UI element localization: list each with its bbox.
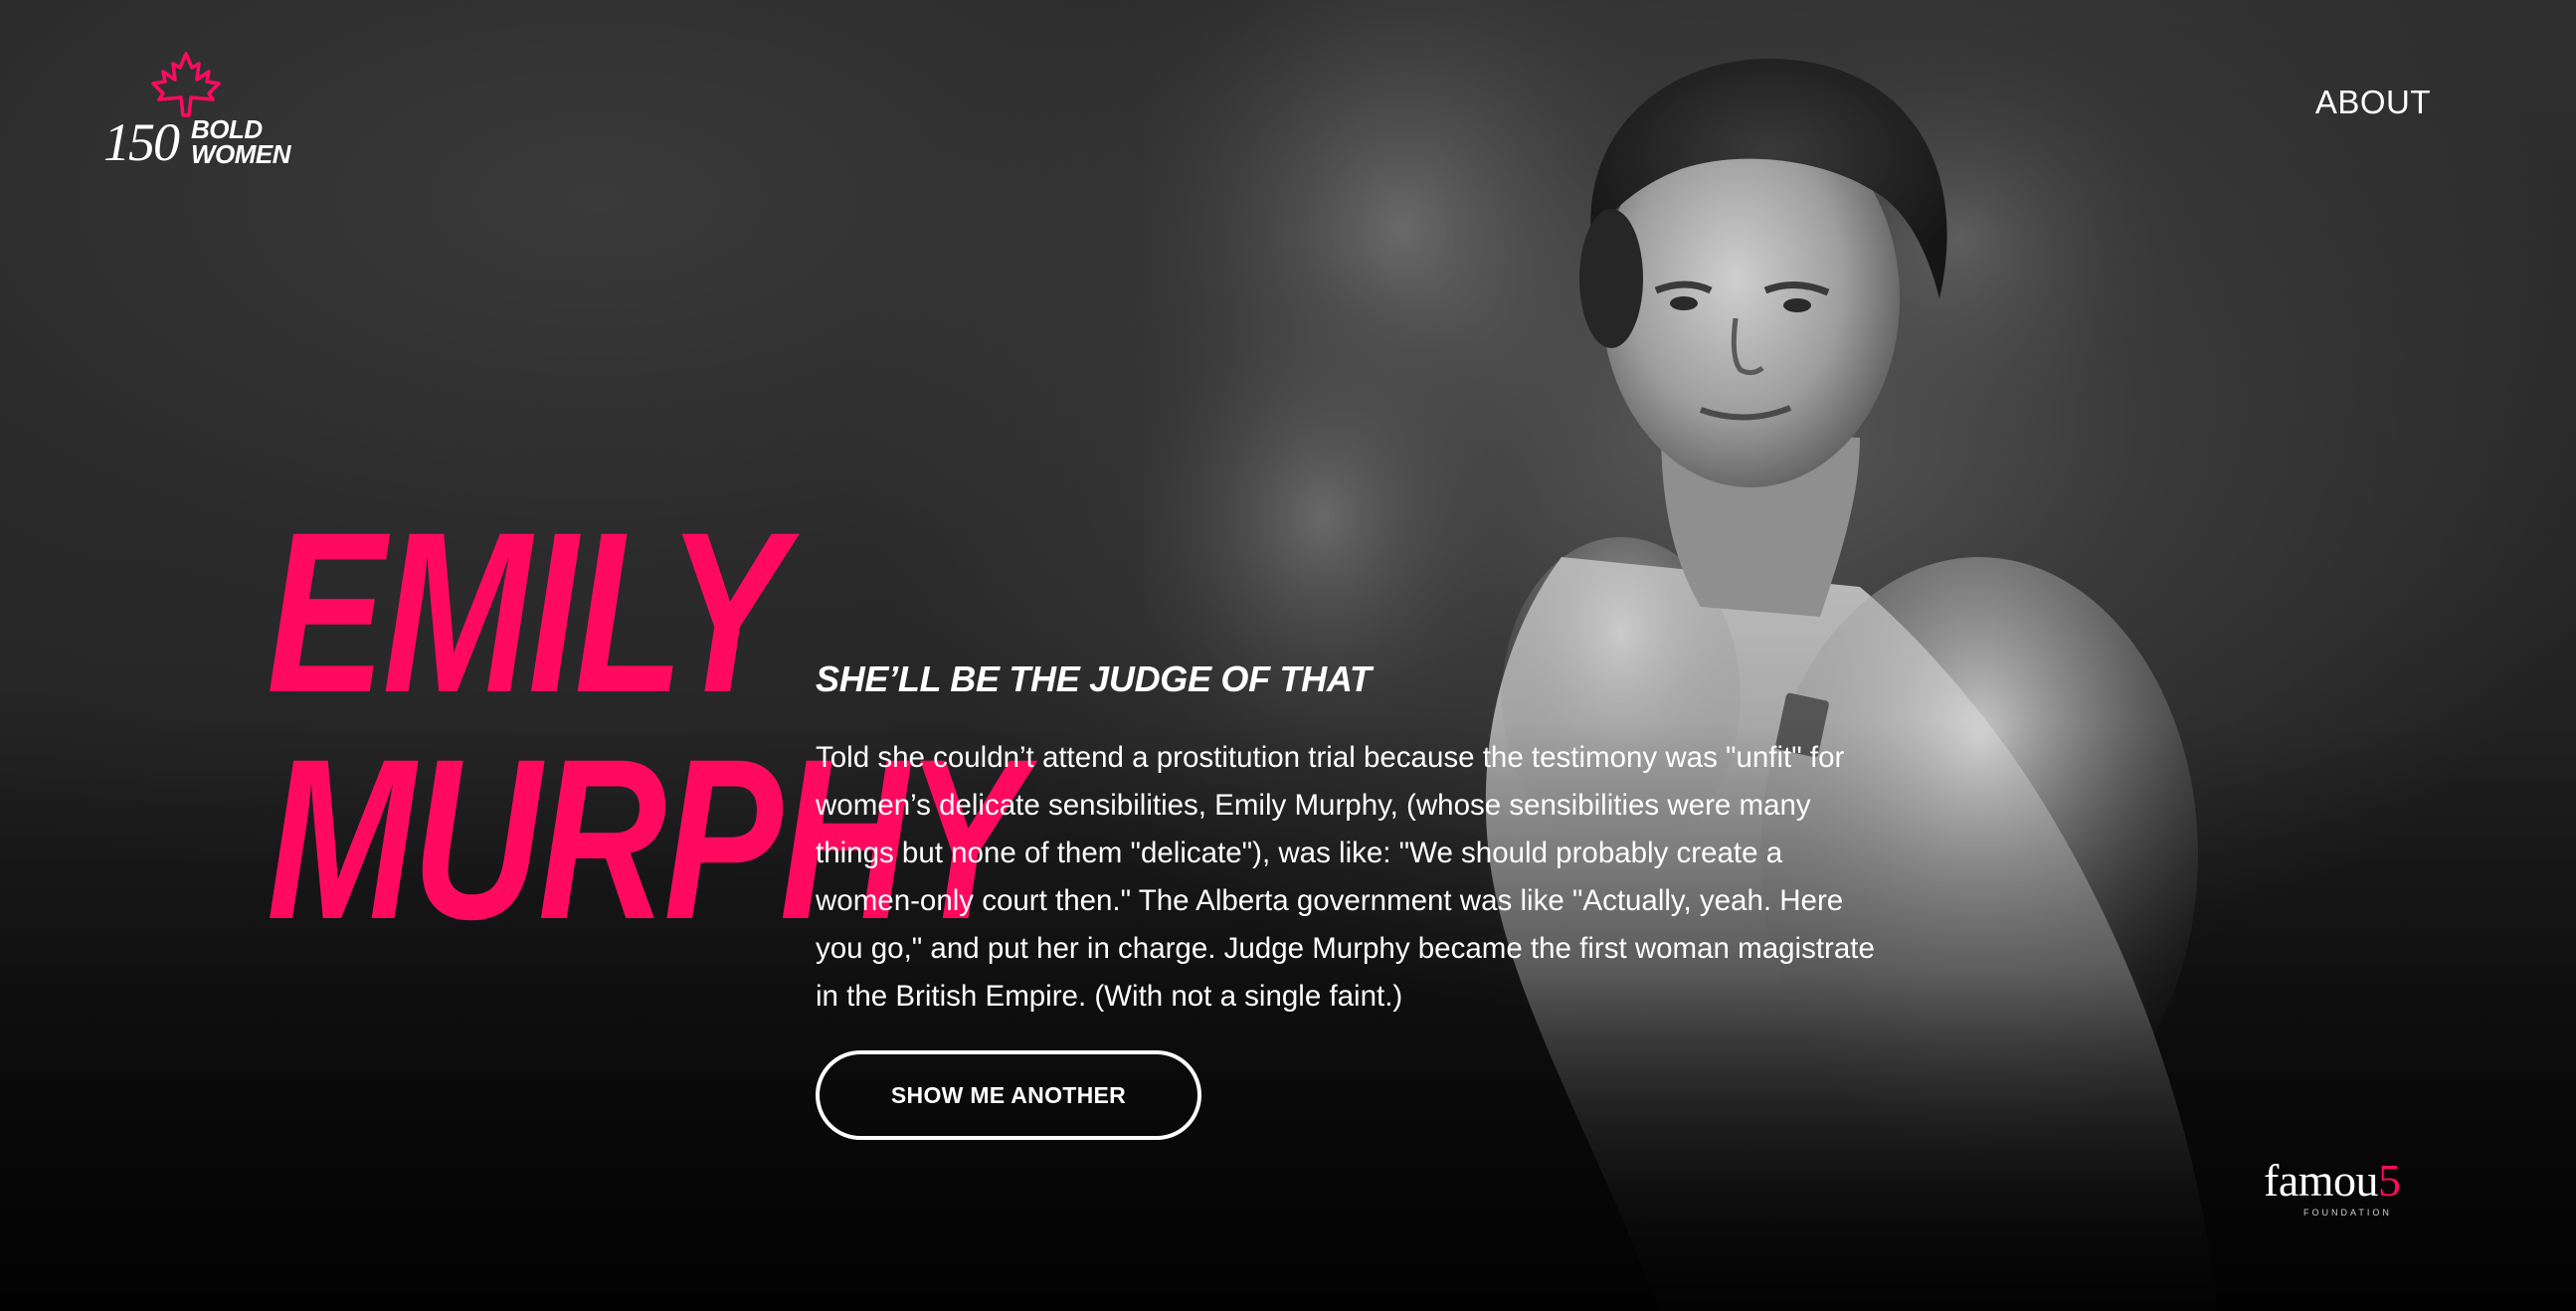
partner-wordmark-main: famou [2264,1155,2379,1206]
hero-section: 150 BOLD WOMEN ABOUT EMILY MURPHY SHE’LL… [0,0,2576,1311]
logo-number: 150 [103,112,180,172]
story-content: SHE’LL BE THE JUDGE OF THAT Told she cou… [816,658,1890,1021]
logo-line-2: WOMEN [191,139,291,169]
maple-leaf-icon [151,52,221,117]
logo-text: BOLD WOMEN [191,116,291,169]
partner-wordmark-accent: 5 [2378,1155,2401,1206]
nav-about-link[interactable]: ABOUT [2315,84,2431,121]
show-me-another-button[interactable]: SHOW ME ANOTHER [816,1050,1201,1140]
site-logo[interactable]: 150 BOLD WOMEN [103,52,302,171]
famous5-foundation-logo[interactable]: famou5 FOUNDATION [2264,1158,2433,1227]
story-bio: Told she couldn’t attend a prostitution … [816,741,1875,1013]
story-tagline: SHE’LL BE THE JUDGE OF THAT [816,658,1372,699]
portrait-image [1144,0,2218,1311]
partner-wordmark: famou5 [2264,1155,2401,1206]
partner-sub-label: FOUNDATION [2303,1208,2392,1217]
